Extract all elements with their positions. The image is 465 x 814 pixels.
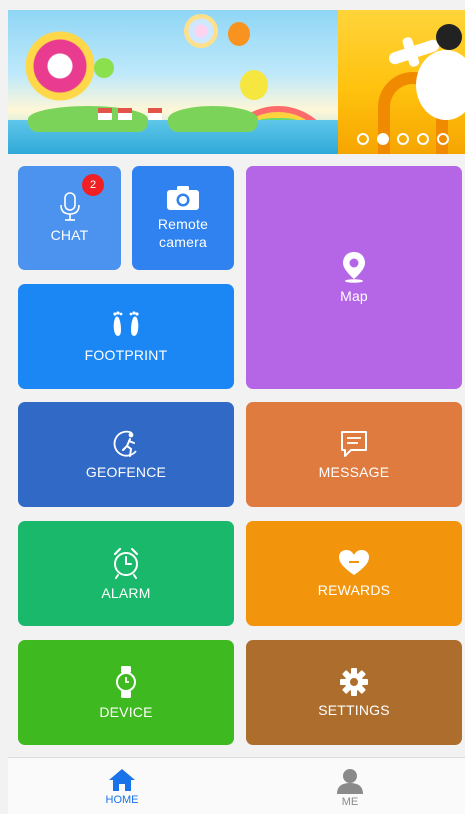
nav-me-label: ME bbox=[341, 796, 359, 808]
remote-camera-label-line2: camera bbox=[159, 234, 207, 250]
carousel-dot[interactable] bbox=[437, 133, 449, 145]
banner-slide[interactable] bbox=[8, 10, 338, 154]
chat-label: CHAT bbox=[50, 227, 89, 243]
device-label: DEVICE bbox=[99, 703, 153, 720]
map-tile[interactable]: Map bbox=[246, 166, 462, 389]
map-label: Map bbox=[340, 287, 368, 304]
person-icon bbox=[337, 769, 363, 794]
banner-carousel[interactable] bbox=[8, 10, 465, 154]
cartoon-eye bbox=[436, 24, 462, 50]
map-pin-icon bbox=[343, 251, 365, 283]
carousel-dot-active[interactable] bbox=[377, 133, 389, 145]
nav-home[interactable]: HOME bbox=[8, 758, 236, 814]
balloon-decoration bbox=[94, 58, 114, 78]
home-icon bbox=[109, 769, 135, 791]
footprint-tile[interactable]: FOOTPRINT bbox=[18, 284, 234, 389]
house-decoration bbox=[118, 108, 132, 120]
rewards-label: REWARDS bbox=[317, 581, 391, 598]
watch-icon bbox=[116, 665, 136, 698]
alarm-tile[interactable]: ALARM bbox=[18, 521, 234, 626]
rewards-tile[interactable]: REWARDS bbox=[246, 521, 462, 626]
message-label: MESSAGE bbox=[318, 463, 390, 480]
geofence-runner-icon bbox=[113, 430, 137, 457]
remote-camera-label-line1: Remote bbox=[157, 216, 209, 232]
alarm-clock-icon bbox=[113, 547, 139, 579]
house-decoration bbox=[98, 108, 112, 120]
heart-icon bbox=[339, 549, 369, 575]
chat-tile[interactable]: 2 CHAT bbox=[18, 166, 121, 270]
geofence-tile[interactable]: GEOFENCE bbox=[18, 402, 234, 507]
unread-badge: 2 bbox=[82, 174, 104, 196]
nav-me[interactable]: ME bbox=[236, 758, 464, 814]
balloon-decoration bbox=[184, 14, 218, 48]
carousel-dot[interactable] bbox=[417, 133, 429, 145]
banner-logo bbox=[18, 24, 102, 108]
message-tile[interactable]: MESSAGE bbox=[246, 402, 462, 507]
balloon-decoration bbox=[240, 70, 268, 100]
carousel-dot[interactable] bbox=[397, 133, 409, 145]
remote-camera-tile[interactable]: Remote camera bbox=[132, 166, 234, 270]
carousel-dot[interactable] bbox=[357, 133, 369, 145]
camera-icon bbox=[167, 186, 199, 210]
house-decoration bbox=[148, 108, 162, 120]
settings-tile[interactable]: SETTINGS bbox=[246, 640, 462, 745]
settings-label: SETTINGS bbox=[318, 701, 390, 718]
device-tile[interactable]: DEVICE bbox=[18, 640, 234, 745]
alarm-label: ALARM bbox=[101, 584, 151, 601]
nav-home-label: HOME bbox=[105, 794, 139, 806]
microphone-icon bbox=[59, 192, 80, 221]
carousel-indicator bbox=[357, 133, 449, 145]
footprints-icon bbox=[113, 310, 139, 336]
geofence-label: GEOFENCE bbox=[85, 463, 167, 480]
balloon-decoration bbox=[228, 22, 250, 46]
message-icon bbox=[341, 430, 367, 457]
bottom-navigation: HOME ME bbox=[8, 757, 465, 814]
island-decoration bbox=[168, 106, 258, 132]
footprint-label: FOOTPRINT bbox=[84, 346, 168, 363]
gear-icon bbox=[340, 667, 368, 696]
